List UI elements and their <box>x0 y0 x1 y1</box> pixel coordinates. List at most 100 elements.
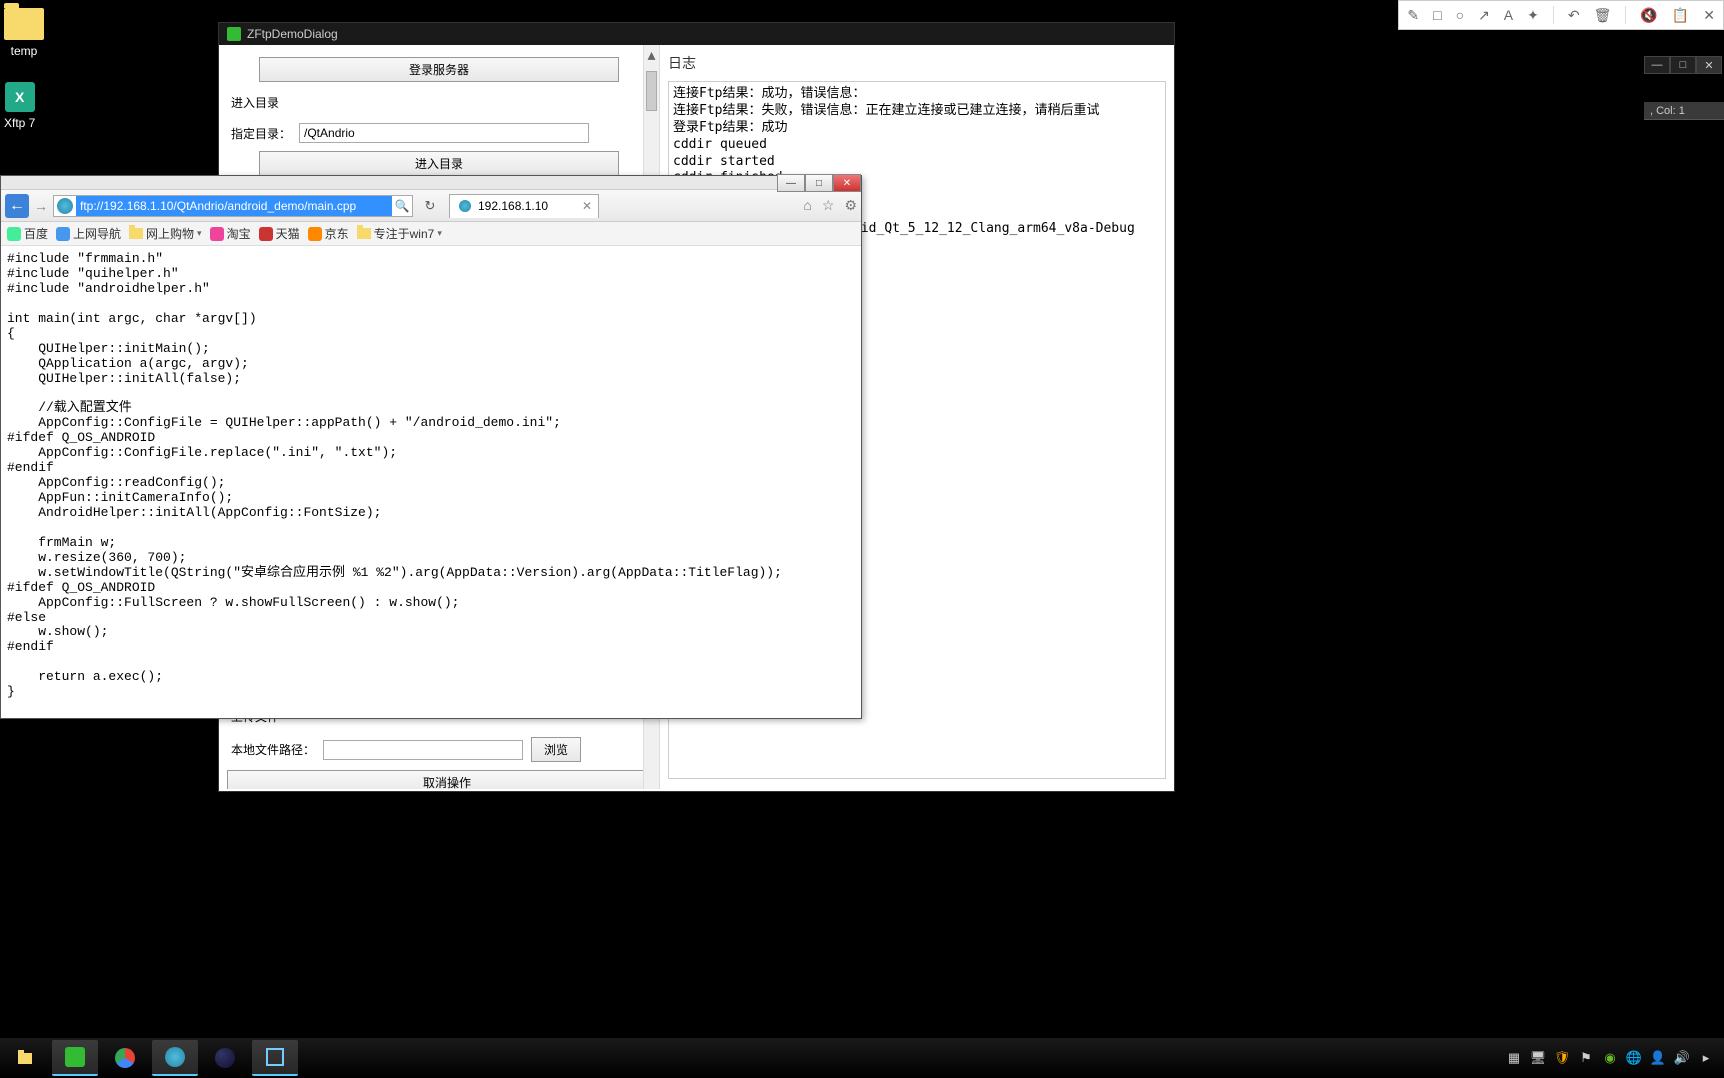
local-path-input[interactable] <box>323 740 523 760</box>
xftp-icon: X <box>5 82 35 112</box>
baidu-icon <box>7 227 21 241</box>
fav-label: 淘宝 <box>227 225 251 242</box>
taobao-icon <box>210 227 224 241</box>
fav-item-天猫[interactable]: 天猫 <box>259 225 300 242</box>
ie-caption[interactable]: — □ ✕ <box>1 176 861 190</box>
tray-chevron-icon[interactable]: ▸ <box>1698 1050 1714 1066</box>
qtcreator-window-controls: — □ ✕ <box>1644 56 1722 74</box>
log-title: 日志 <box>668 53 1166 73</box>
divider <box>1625 6 1626 24</box>
folder-icon <box>18 1053 32 1064</box>
qt-icon <box>227 27 241 41</box>
fav-label: 天猫 <box>276 225 300 242</box>
fav-label: 网上购物 <box>146 225 194 242</box>
fav-item-专注于win7[interactable]: 专注于win7▾ <box>357 225 442 242</box>
folder-icon <box>357 228 371 239</box>
minimize-button[interactable]: — <box>777 174 805 192</box>
specify-dir-label: 指定目录： <box>231 125 291 142</box>
specify-dir-input[interactable] <box>299 123 589 143</box>
home-icon[interactable]: ⌂ <box>803 197 811 214</box>
undo-icon[interactable]: ↶ <box>1568 7 1580 24</box>
pencil-icon[interactable]: ✎ <box>1407 7 1419 24</box>
desktop-icon-xftp[interactable]: X Xftp 7 <box>4 82 35 130</box>
folder-icon <box>4 8 44 40</box>
page-content: #include "frmmain.h" #include "quihelper… <box>1 246 861 718</box>
circle-icon[interactable]: ○ <box>1456 7 1464 23</box>
tray-flag-icon[interactable]: ⚑ <box>1578 1050 1594 1066</box>
task-chrome[interactable] <box>102 1040 148 1076</box>
trash-icon[interactable]: 🗑 <box>1594 7 1612 24</box>
divider <box>1553 6 1554 24</box>
text-icon[interactable]: A <box>1504 7 1513 23</box>
ie-icon <box>459 200 471 212</box>
ie-icon <box>57 198 73 214</box>
desktop-icon-temp[interactable]: temp <box>4 8 44 58</box>
task-explorer[interactable] <box>2 1040 48 1076</box>
ie-nav-bar: ← → 🔍 ↻ 192.168.1.10 ✕ ⌂ ☆ ⚙ <box>1 190 861 222</box>
qt-icon <box>65 1047 85 1067</box>
tab-title: 192.168.1.10 <box>478 199 548 213</box>
tray-network-icon[interactable]: 🌐 <box>1626 1050 1642 1066</box>
close-button[interactable]: ✕ <box>833 174 861 192</box>
minimize-button[interactable]: — <box>1644 56 1670 74</box>
maximize-button[interactable]: □ <box>805 174 833 192</box>
nav-icon <box>56 227 70 241</box>
task-app[interactable] <box>252 1040 298 1076</box>
tray-shield-icon[interactable]: 🛡 <box>1554 1050 1570 1066</box>
annotation-toolbar: ✎ □ ○ ↗ A ✦ ↶ 🗑 🔇 📋 ✕ <box>1398 0 1724 30</box>
copy-icon[interactable]: 📋 <box>1672 7 1689 24</box>
window-icon <box>266 1048 284 1066</box>
rect-icon[interactable]: □ <box>1433 7 1441 23</box>
mute-icon[interactable]: 🔇 <box>1640 7 1657 24</box>
arrow-icon[interactable]: ↗ <box>1478 7 1490 24</box>
favorites-icon[interactable]: ☆ <box>822 197 835 214</box>
browse-button[interactable]: 浏览 <box>531 737 581 762</box>
close-button[interactable]: ✕ <box>1696 56 1722 74</box>
tray-user-icon[interactable]: 👤 <box>1650 1050 1666 1066</box>
tray-monitor-icon[interactable]: 🖥 <box>1530 1050 1546 1066</box>
tmall-icon <box>259 227 273 241</box>
gear-icon[interactable]: ⚙ <box>844 197 857 214</box>
fav-item-京东[interactable]: 京东 <box>308 225 349 242</box>
folder-icon <box>129 228 143 239</box>
fav-item-网上购物[interactable]: 网上购物▾ <box>129 225 202 242</box>
fav-item-淘宝[interactable]: 淘宝 <box>210 225 251 242</box>
task-qtcreator[interactable] <box>52 1040 98 1076</box>
fav-label: 百度 <box>24 225 48 242</box>
forward-button[interactable]: → <box>33 198 49 214</box>
address-bar[interactable]: 🔍 <box>53 195 413 217</box>
tray-volume-icon[interactable]: 🔊 <box>1674 1050 1690 1066</box>
chevron-down-icon: ▾ <box>437 228 442 239</box>
tray-app-icon[interactable]: ▦ <box>1506 1050 1522 1066</box>
login-server-button[interactable]: 登录服务器 <box>259 57 619 82</box>
desktop-icon-label: temp <box>4 44 44 58</box>
tray-nvidia-icon[interactable]: ◉ <box>1602 1050 1618 1066</box>
tab-close-icon[interactable]: ✕ <box>582 199 592 213</box>
search-icon[interactable]: 🔍 <box>392 199 412 213</box>
blur-icon[interactable]: ✦ <box>1527 7 1539 24</box>
fav-label: 京东 <box>325 225 349 242</box>
enter-dir-section-label: 进入目录 <box>227 86 651 119</box>
ie-icon <box>165 1047 185 1067</box>
refresh-button[interactable]: ↻ <box>421 198 439 214</box>
fav-label: 上网导航 <box>73 225 121 242</box>
close-icon[interactable]: ✕ <box>1703 7 1715 24</box>
fav-item-百度[interactable]: 百度 <box>7 225 48 242</box>
enter-dir-button[interactable]: 进入目录 <box>259 151 619 176</box>
cancel-op-button[interactable]: 取消操作 <box>227 770 659 789</box>
jd-icon <box>308 227 322 241</box>
favorites-bar: 百度上网导航网上购物▾淘宝天猫京东专注于win7▾ <box>1 222 861 246</box>
task-ie[interactable] <box>152 1040 198 1076</box>
scrollbar-thumb[interactable] <box>646 71 657 111</box>
address-input[interactable] <box>76 196 392 216</box>
back-button[interactable]: ← <box>5 194 29 218</box>
task-eclipse[interactable] <box>202 1040 248 1076</box>
chevron-down-icon: ▾ <box>197 228 202 239</box>
local-path-label: 本地文件路径： <box>231 741 315 758</box>
zftp-titlebar[interactable]: ZFtpDemoDialog <box>219 23 1174 45</box>
maximize-button[interactable]: □ <box>1670 56 1696 74</box>
qtcreator-cursor-pos: , Col: 1 <box>1644 102 1724 120</box>
fav-item-上网导航[interactable]: 上网导航 <box>56 225 121 242</box>
taskbar: ▦ 🖥 🛡 ⚑ ◉ 🌐 👤 🔊 ▸ <box>0 1038 1724 1078</box>
browser-tab[interactable]: 192.168.1.10 ✕ <box>449 194 599 218</box>
